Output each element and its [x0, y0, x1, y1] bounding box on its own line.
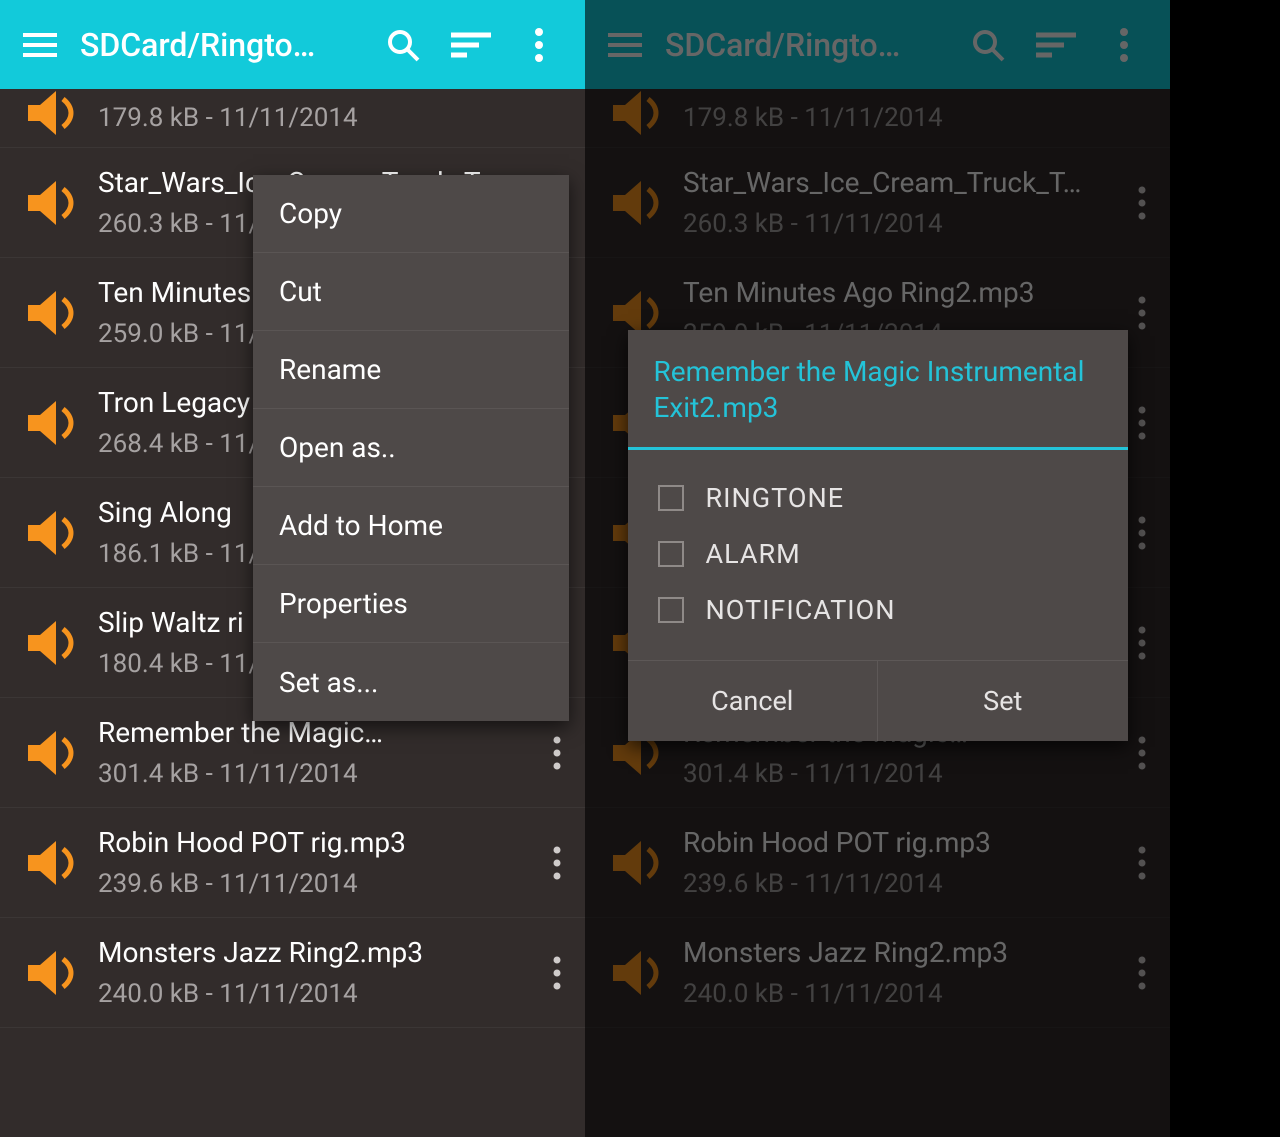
hamburger-icon [23, 33, 57, 57]
checkbox-icon [658, 541, 684, 567]
file-meta: 240.0 kB - 11/11/2014 [98, 979, 537, 1009]
checkbox-icon [658, 597, 684, 623]
option-label: RINGTONE [706, 482, 845, 514]
audio-icon [8, 729, 98, 777]
file-meta: 301.4 kB - 11/11/2014 [98, 759, 537, 789]
context-menu: Copy Cut Rename Open as.. Add to Home Pr… [253, 175, 569, 721]
audio-icon [8, 179, 98, 227]
file-meta: 179.8 kB - 11/11/2014 [98, 103, 537, 133]
option-ringtone[interactable]: RINGTONE [658, 470, 1098, 526]
file-name: Robin Hood POT rig.mp3 [98, 826, 537, 859]
item-overflow-button[interactable] [537, 846, 577, 880]
item-overflow-button[interactable] [537, 736, 577, 770]
more-vert-icon [553, 736, 561, 770]
toolbar: SDCard/Ringto… [0, 0, 585, 89]
audio-icon [8, 619, 98, 667]
audio-icon [8, 509, 98, 557]
search-icon [386, 28, 420, 62]
audio-icon [8, 949, 98, 997]
menu-item-copy[interactable]: Copy [253, 175, 569, 253]
item-overflow-button[interactable] [537, 956, 577, 990]
toolbar-actions [383, 28, 575, 62]
menu-item-add-to-home[interactable]: Add to Home [253, 487, 569, 565]
dialog-title: Remember the Magic Instrumental Exit2.mp… [628, 330, 1128, 447]
menu-item-properties[interactable]: Properties [253, 565, 569, 643]
path-breadcrumb[interactable]: SDCard/Ringto… [70, 26, 383, 64]
screen-right: SDCard/Ringto… 179.8 kB - 11/11/2014 Sta… [585, 0, 1170, 1137]
more-vert-icon [553, 956, 561, 990]
file-meta: 239.6 kB - 11/11/2014 [98, 869, 537, 899]
dialog-options: RINGTONE ALARM NOTIFICATION [628, 450, 1128, 660]
more-vert-icon [553, 846, 561, 880]
sort-button[interactable] [451, 28, 491, 62]
search-button[interactable] [383, 28, 423, 62]
menu-item-open-as[interactable]: Open as.. [253, 409, 569, 487]
list-item[interactable]: Robin Hood POT rig.mp3 239.6 kB - 11/11/2… [0, 808, 585, 918]
menu-item-cut[interactable]: Cut [253, 253, 569, 331]
dialog-actions: Cancel Set [628, 660, 1128, 741]
overflow-button[interactable] [519, 28, 559, 62]
option-notification[interactable]: NOTIFICATION [658, 582, 1098, 638]
screen-left: SDCard/Ringto… 179.8 kB - 11/11/2014 [0, 0, 585, 1137]
set-button[interactable]: Set [878, 661, 1128, 741]
menu-item-set-as[interactable]: Set as... [253, 643, 569, 721]
list-item[interactable]: Monsters Jazz Ring2.mp3 240.0 kB - 11/11/… [0, 918, 585, 1028]
menu-button[interactable] [10, 33, 70, 57]
sort-icon [451, 32, 491, 58]
audio-icon [8, 399, 98, 447]
cancel-button[interactable]: Cancel [628, 661, 879, 741]
audio-icon [8, 839, 98, 887]
option-label: NOTIFICATION [706, 594, 896, 626]
set-as-dialog: Remember the Magic Instrumental Exit2.mp… [628, 330, 1128, 741]
file-name: Monsters Jazz Ring2.mp3 [98, 936, 537, 969]
audio-icon [8, 289, 98, 337]
option-label: ALARM [706, 538, 801, 570]
menu-item-rename[interactable]: Rename [253, 331, 569, 409]
option-alarm[interactable]: ALARM [658, 526, 1098, 582]
list-item[interactable]: 179.8 kB - 11/11/2014 [0, 89, 585, 148]
more-vert-icon [535, 28, 543, 62]
audio-icon [8, 89, 98, 137]
checkbox-icon [658, 485, 684, 511]
